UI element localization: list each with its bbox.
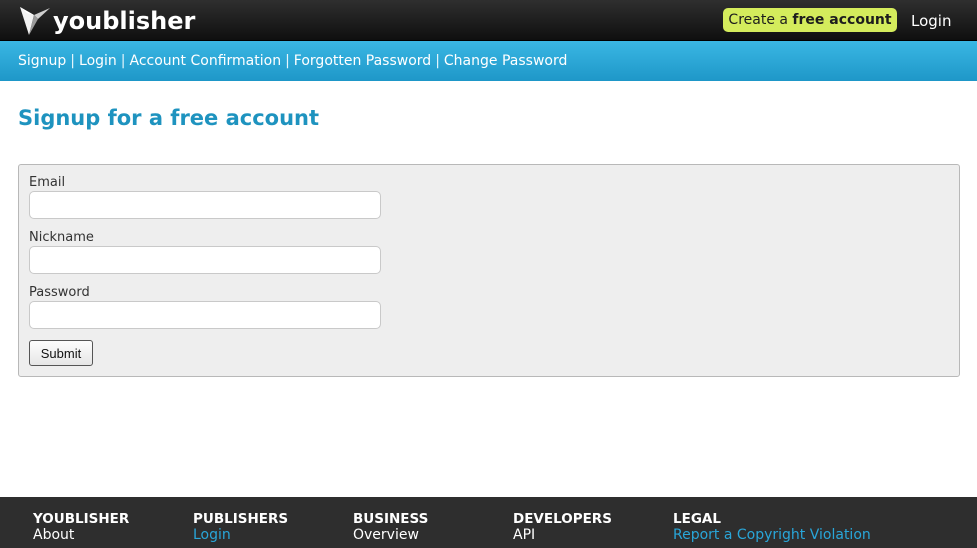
footer-column-youblisher: YOUBLISHER About <box>33 511 193 543</box>
create-account-prefix: Create a <box>728 12 793 28</box>
header-login-link[interactable]: Login <box>911 11 951 31</box>
origami-bird-logo-icon <box>20 7 50 35</box>
email-input[interactable] <box>29 191 381 219</box>
nav-separator: | <box>120 53 126 69</box>
footer-link-report-copyright-violation[interactable]: Report a Copyright Violation <box>673 527 953 543</box>
create-free-account-button[interactable]: Create a free account <box>723 8 897 32</box>
sub-navigation-bar: Signup | Login | Account Confirmation | Forgot… <box>0 41 977 81</box>
top-bar: youblisher Create a free account Login <box>0 0 977 41</box>
logo[interactable]: youblisher <box>18 5 195 37</box>
nav-separator: | <box>285 53 290 69</box>
account-nav: Signup | Login | Account Confirmation | Forgot… <box>18 51 567 71</box>
footer-column-developers: DEVELOPERS API <box>513 511 673 543</box>
footer-link-about[interactable]: About <box>33 527 193 543</box>
footer-heading: PUBLISHERS <box>193 511 289 527</box>
nickname-label: Nickname <box>29 230 94 245</box>
nickname-input[interactable] <box>29 246 381 274</box>
signup-form: Email Nickname Password Submit <box>18 164 960 377</box>
password-label: Password <box>29 285 90 300</box>
password-input[interactable] <box>29 301 381 329</box>
nav-signup-link[interactable]: Signup <box>18 53 66 69</box>
footer-column-legal: LEGAL Report a Copyright Violation <box>673 511 953 543</box>
footer-column-business: BUSINESS Overview <box>353 511 513 543</box>
nav-separator: | <box>435 53 440 69</box>
footer-link-api[interactable]: API <box>513 527 673 543</box>
footer-link-overview[interactable]: Overview <box>353 527 513 543</box>
nav-forgotten-password-link[interactable]: Forgotten Password <box>294 53 431 69</box>
nav-login-link[interactable]: Login <box>79 53 117 69</box>
footer: YOUBLISHER About PUBLISHERS Login BUSINE… <box>0 497 977 548</box>
submit-button[interactable]: Submit <box>29 340 93 366</box>
create-account-bold: free account <box>792 12 892 28</box>
footer-heading: BUSINESS <box>353 511 429 527</box>
footer-heading: YOUBLISHER <box>33 511 130 527</box>
footer-link-login[interactable]: Login <box>193 527 353 543</box>
footer-heading: LEGAL <box>673 511 721 527</box>
email-label: Email <box>29 175 66 190</box>
nav-account-confirmation-link[interactable]: Account Confirmation <box>130 53 282 69</box>
footer-heading: DEVELOPERS <box>513 511 612 527</box>
nav-separator: | <box>70 53 76 69</box>
footer-column-publishers: PUBLISHERS Login <box>193 511 353 543</box>
page-title: Signup for a free account <box>18 106 320 130</box>
nav-change-password-link[interactable]: Change Password <box>444 53 567 69</box>
logo-text: youblisher <box>53 7 196 35</box>
